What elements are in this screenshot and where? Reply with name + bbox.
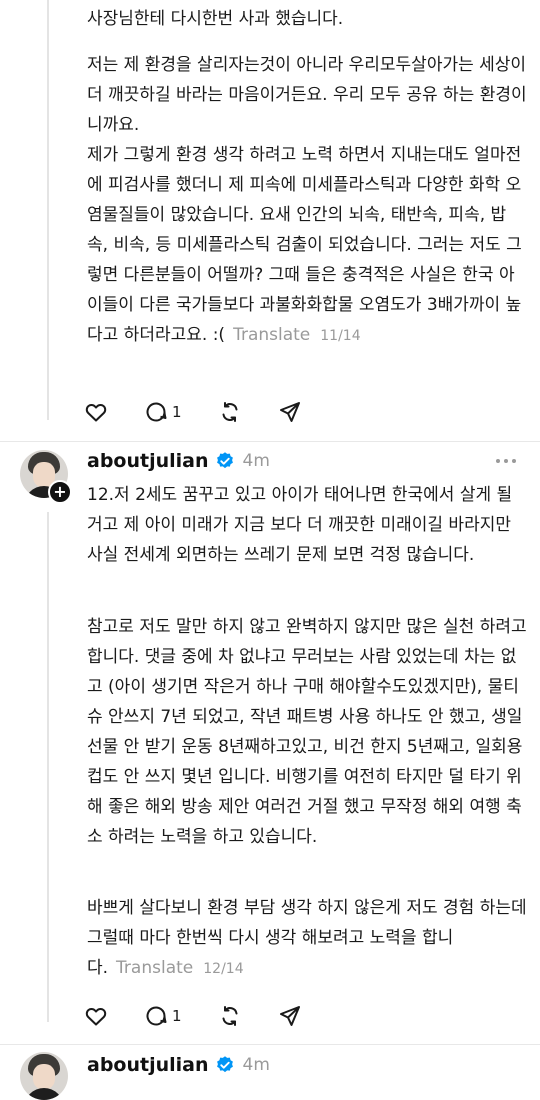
thread-page-counter: 11/14 (320, 328, 361, 344)
thread-page-counter: 12/14 (203, 961, 244, 977)
post-paragraph: 12.저 2세도 꿈꾸고 있고 아이가 태어나면 한국에서 살게 될거고 제 아… (87, 485, 513, 565)
share-button[interactable] (278, 400, 302, 424)
post-header: aboutjulian 4m (87, 1050, 270, 1080)
post-time: 4m (242, 1055, 270, 1075)
heart-icon (85, 403, 107, 422)
send-icon (279, 402, 300, 422)
repost-button[interactable] (218, 1004, 242, 1028)
username[interactable]: aboutjulian (87, 450, 209, 472)
reply-button[interactable]: 1 (144, 1004, 182, 1028)
follow-plus-icon[interactable]: + (48, 480, 72, 504)
comment-icon (146, 402, 167, 422)
like-button[interactable] (84, 400, 108, 424)
like-button[interactable] (84, 1004, 108, 1028)
more-options-button[interactable] (496, 446, 520, 476)
thread-line (47, 0, 49, 420)
translate-link[interactable]: Translate (233, 325, 310, 345)
username[interactable]: aboutjulian (87, 1054, 209, 1076)
post-time: 4m (242, 451, 270, 471)
post-actions: 1 (84, 1001, 338, 1031)
verified-badge-icon (216, 1056, 233, 1073)
repost-icon (222, 402, 238, 422)
reply-count: 1 (172, 1007, 182, 1025)
avatar[interactable] (20, 1052, 68, 1100)
heart-icon (85, 1007, 107, 1026)
reply-count: 1 (172, 403, 182, 421)
post-text-line: 사장님한테 다시한번 사과 했습니다. (87, 9, 344, 29)
send-icon (279, 1006, 300, 1026)
thread-line (47, 512, 49, 1022)
post-actions: 1 (84, 397, 338, 427)
more-dots-icon (496, 459, 500, 463)
post-paragraph: 바쁘게 살다보니 환경 부담 생각 하지 않은게 저도 경험 하는데 그럴때 마… (87, 893, 527, 984)
post-paragraph-text: 제가 그렇게 환경 생각 하려고 노력 하면서 지내는대도 얼마전에 피검사를 … (87, 145, 522, 345)
share-button[interactable] (278, 1004, 302, 1028)
post-paragraph: 제가 그렇게 환경 생각 하려고 노력 하면서 지내는대도 얼마전에 피검사를 … (87, 140, 527, 351)
verified-badge-icon (216, 452, 233, 469)
post-divider (0, 441, 540, 442)
translate-link[interactable]: Translate (116, 958, 193, 978)
reply-button[interactable]: 1 (144, 400, 182, 424)
post-paragraph: 참고로 저도 말만 하지 않고 완벽하지 않지만 많은 실천 하려고 합니다. … (87, 617, 527, 847)
repost-icon (222, 1006, 238, 1026)
post-paragraph: 저는 제 환경을 살리자는것이 아니라 우리모두살아가는 세상이 더 깨끗하길 … (87, 55, 527, 135)
post-header: aboutjulian 4m (87, 446, 270, 476)
post-divider (0, 1044, 540, 1045)
comment-icon (146, 1006, 167, 1026)
repost-button[interactable] (218, 400, 242, 424)
